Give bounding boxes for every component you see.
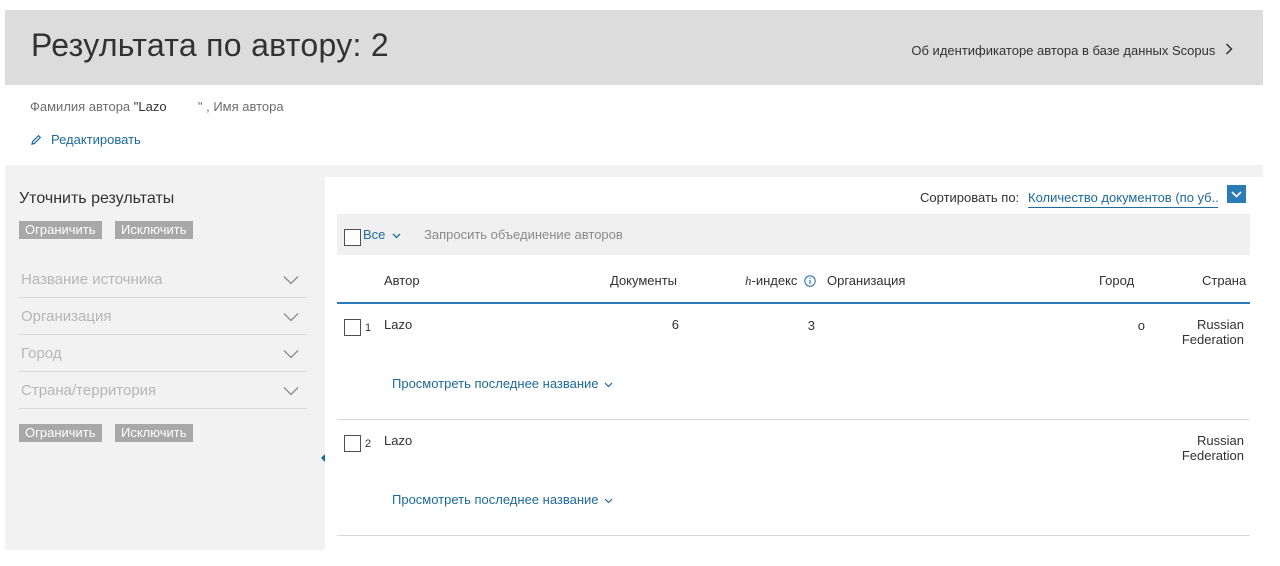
chevron-down-icon	[283, 310, 299, 325]
filter-label: Город	[21, 345, 62, 362]
request-merge-link[interactable]: Запросить объединение авторов	[424, 227, 623, 242]
filter-city[interactable]: Город	[19, 335, 307, 372]
row-number: 2	[365, 438, 372, 450]
country-value: Russian Federation	[1155, 433, 1244, 463]
edit-search-link[interactable]: Редактировать	[30, 132, 141, 147]
sort-label: Сортировать по:	[920, 190, 1020, 205]
page-margin	[1263, 10, 1280, 566]
refine-title: Уточнить результаты	[19, 190, 175, 207]
results-header: Результата по автору: 2 Об идентификатор…	[5, 10, 1263, 85]
column-city[interactable]: Город	[1099, 273, 1134, 288]
column-h-index[interactable]: h-индекс	[745, 273, 816, 289]
author-name-link[interactable]: Lazo	[384, 317, 412, 332]
author-name-link[interactable]: Lazo	[384, 433, 412, 448]
filter-source-title[interactable]: Название источника	[19, 261, 307, 298]
h-index-value: 3	[807, 318, 815, 333]
country-line: Russian	[1197, 317, 1244, 332]
select-all-dropdown[interactable]: Все	[363, 227, 401, 242]
filter-organization[interactable]: Организация	[19, 298, 307, 335]
about-author-id-link[interactable]: Об идентификаторе автора в базе данных S…	[911, 43, 1233, 58]
filter-country[interactable]: Страна/территория	[19, 372, 307, 409]
limit-button-top[interactable]: Ограничить	[19, 221, 102, 239]
city-value: o	[1137, 318, 1145, 333]
exclude-button-top[interactable]: Исключить	[115, 221, 193, 239]
country-line: Russian	[1197, 433, 1244, 448]
row-number: 1	[365, 322, 372, 334]
filter-label: Название источника	[21, 271, 163, 288]
chevron-down-icon	[283, 273, 299, 288]
chevron-down-icon	[604, 382, 613, 388]
limit-button-bottom[interactable]: Ограничить	[19, 424, 102, 442]
view-last-title-label: Просмотреть последнее название	[392, 376, 599, 391]
last-name-label: Фамилия автора	[30, 99, 131, 114]
chevron-down-icon	[392, 233, 401, 239]
column-documents[interactable]: Документы	[610, 273, 677, 288]
results-panel: Сортировать по: Количество документов (п…	[325, 177, 1263, 550]
row-checkbox[interactable]	[344, 319, 361, 336]
pencil-icon	[31, 134, 42, 145]
documents-count[interactable]: 6	[625, 317, 679, 332]
refine-sidebar: Уточнить результаты Ограничить Исключить…	[5, 177, 323, 550]
sort-select[interactable]: Количество документов (по уб...	[1028, 190, 1218, 208]
select-all-label: Все	[363, 227, 386, 242]
view-last-title-label: Просмотреть последнее название	[392, 492, 599, 507]
chevron-down-icon	[283, 384, 299, 399]
country-value: Russian Federation	[1155, 317, 1244, 347]
column-author[interactable]: Автор	[384, 273, 420, 288]
query-separator: " ,	[197, 99, 210, 114]
edit-label: Редактировать	[51, 132, 141, 147]
country-line: Federation	[1181, 448, 1244, 463]
column-country[interactable]: Страна	[1202, 273, 1246, 288]
last-name-value: "Lazo	[133, 99, 167, 114]
about-author-id-label: Об идентификаторе автора в базе данных S…	[911, 43, 1216, 58]
h-index-label: -индекс	[751, 273, 798, 288]
view-last-title-link[interactable]: Просмотреть последнее название	[392, 376, 613, 391]
row-divider	[337, 419, 1250, 420]
chevron-right-icon	[1225, 43, 1233, 58]
sort-dropdown-button[interactable]	[1227, 185, 1246, 203]
chevron-down-icon	[604, 498, 613, 504]
table-header-divider	[337, 302, 1250, 304]
row-divider	[337, 535, 1250, 536]
exclude-button-bottom[interactable]: Исключить	[115, 424, 193, 442]
view-last-title-link[interactable]: Просмотреть последнее название	[392, 492, 613, 507]
results-toolbar: Все Запросить объединение авторов	[337, 214, 1250, 255]
select-all-checkbox[interactable]	[344, 229, 361, 246]
row-checkbox[interactable]	[344, 435, 361, 452]
page-title: Результата по автору: 2	[31, 27, 389, 63]
query-description: Фамилия автора "Lazo " , Имя автора	[30, 99, 284, 114]
info-icon[interactable]	[804, 275, 816, 287]
filter-label: Страна/территория	[21, 382, 157, 399]
chevron-down-icon	[1231, 190, 1242, 198]
search-query-summary: Фамилия автора "Lazo " , Имя автора Реда…	[5, 85, 1263, 165]
column-organization[interactable]: Организация	[827, 273, 905, 288]
first-name-label: Имя автора	[213, 99, 284, 114]
chevron-down-icon	[283, 347, 299, 362]
filter-label: Организация	[21, 308, 112, 325]
country-line: Federation	[1181, 332, 1244, 347]
